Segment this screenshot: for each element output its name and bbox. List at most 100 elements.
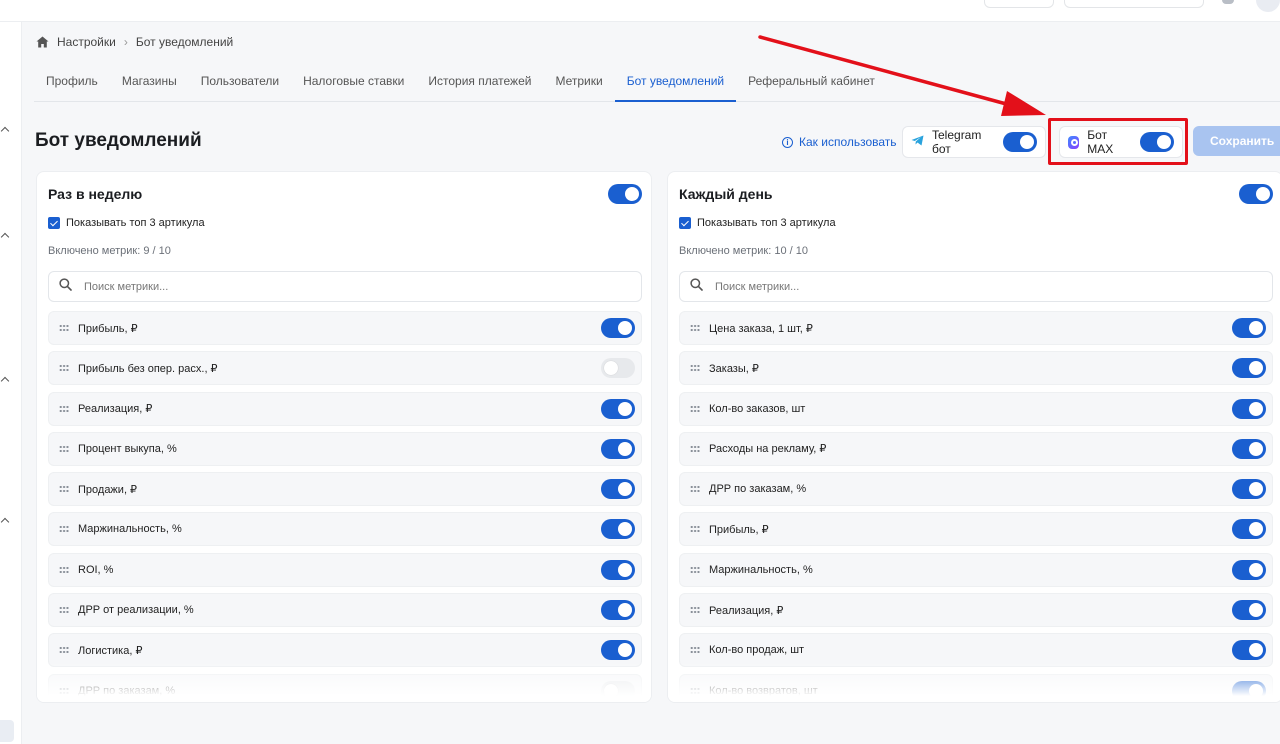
search-icon: [59, 277, 72, 296]
weekly-enabled-toggle[interactable]: [608, 184, 642, 204]
metric-toggle[interactable]: [1232, 438, 1266, 459]
sidebar-selected-item[interactable]: [0, 720, 14, 742]
tab-notification-bot[interactable]: Бот уведомлений: [614, 62, 737, 102]
chevron-icon[interactable]: [0, 517, 10, 527]
weekly-top3-label: Показывать топ 3 артикула: [66, 217, 205, 229]
tab-payment-history[interactable]: История платежей: [416, 62, 543, 102]
chevron-icon[interactable]: [0, 232, 10, 242]
drag-handle-icon[interactable]: [690, 646, 700, 655]
drag-handle-icon[interactable]: [59, 485, 69, 494]
metric-toggle[interactable]: [601, 398, 635, 419]
daily-title: Каждый день: [679, 186, 773, 202]
metric-toggle[interactable]: [1232, 318, 1266, 338]
avatar[interactable]: [1256, 0, 1280, 12]
drag-handle-icon[interactable]: [690, 686, 700, 695]
metric-toggle[interactable]: [601, 559, 635, 580]
drag-handle-icon[interactable]: [690, 404, 700, 413]
drag-handle-icon[interactable]: [690, 525, 700, 534]
metric-toggle[interactable]: [1232, 559, 1266, 580]
info-icon: i: [782, 136, 793, 148]
top-bar-button[interactable]: [984, 0, 1054, 8]
metric-toggle[interactable]: [601, 600, 635, 621]
daily-enabled-toggle[interactable]: [1239, 184, 1273, 204]
list-item: Реализация, ₽: [679, 593, 1273, 628]
tab-users[interactable]: Пользователи: [189, 62, 291, 102]
list-item: ДРР от реализации, %: [48, 593, 642, 628]
list-item: Цена заказа, 1 шт, ₽: [679, 311, 1273, 345]
home-icon[interactable]: [36, 36, 49, 48]
metric-toggle[interactable]: [1232, 600, 1266, 621]
telegram-icon: [911, 135, 924, 149]
weekly-title: Раз в неделю: [48, 186, 143, 202]
breadcrumb-settings-link[interactable]: Настройки: [57, 35, 116, 49]
breadcrumb: Настройки › Бот уведомлений: [36, 34, 233, 50]
drag-handle-icon[interactable]: [690, 444, 700, 453]
drag-handle-icon[interactable]: [59, 606, 69, 615]
drag-handle-icon[interactable]: [690, 565, 700, 574]
daily-metrics-count: Включено метрик: 10 / 10: [679, 245, 808, 257]
weekly-search-input[interactable]: [84, 280, 584, 293]
metric-toggle[interactable]: [601, 479, 635, 500]
weekly-metrics-list: Прибыль, ₽ Прибыль без опер. расх., ₽ Ре…: [48, 311, 642, 702]
tab-profile[interactable]: Профиль: [34, 62, 110, 102]
save-button[interactable]: Сохранить: [1193, 126, 1280, 156]
bell-icon[interactable]: [1222, 0, 1234, 4]
tab-metrics[interactable]: Метрики: [543, 62, 614, 102]
checkbox-checked-icon[interactable]: [48, 217, 60, 229]
list-item: Кол-во продаж, шт: [679, 633, 1273, 668]
drag-handle-icon[interactable]: [690, 606, 700, 615]
metric-toggle[interactable]: [601, 438, 635, 459]
list-item: Логистика, ₽: [48, 633, 642, 668]
daily-top3-option[interactable]: Показывать топ 3 артикула: [679, 217, 836, 229]
list-item: Прибыль, ₽: [48, 311, 642, 345]
daily-top3-label: Показывать топ 3 артикула: [697, 217, 836, 229]
metric-toggle[interactable]: [601, 358, 635, 379]
drag-handle-icon[interactable]: [59, 686, 69, 695]
weekly-top3-option[interactable]: Показывать топ 3 артикула: [48, 217, 205, 229]
drag-handle-icon[interactable]: [59, 565, 69, 574]
drag-handle-icon[interactable]: [59, 404, 69, 413]
metric-toggle[interactable]: [601, 640, 635, 661]
breadcrumb-current: Бот уведомлений: [135, 35, 234, 49]
tab-referral[interactable]: Реферальный кабинет: [736, 62, 887, 102]
metric-toggle[interactable]: [601, 519, 635, 540]
tab-tax-rates[interactable]: Налоговые ставки: [291, 62, 416, 102]
telegram-bot-switch: Telegram бот: [902, 126, 1046, 158]
metric-toggle[interactable]: [1232, 640, 1266, 661]
max-bot-label: Бот MAX: [1087, 128, 1114, 156]
metric-toggle[interactable]: [601, 680, 635, 701]
metric-toggle[interactable]: [1232, 398, 1266, 419]
drag-handle-icon[interactable]: [690, 485, 700, 494]
drag-handle-icon[interactable]: [59, 364, 69, 373]
drag-handle-icon[interactable]: [59, 525, 69, 534]
chevron-icon[interactable]: [0, 376, 10, 386]
drag-handle-icon[interactable]: [690, 324, 700, 332]
chevron-icon[interactable]: [0, 126, 10, 136]
daily-search-input[interactable]: [715, 280, 1215, 293]
list-item: Заказы, ₽: [679, 351, 1273, 386]
metric-toggle[interactable]: [601, 318, 635, 338]
tab-stores[interactable]: Магазины: [110, 62, 189, 102]
weekly-metrics-count: Включено метрик: 9 / 10: [48, 245, 171, 257]
top-bar-account-selector[interactable]: [1064, 0, 1204, 8]
metric-toggle[interactable]: [1232, 519, 1266, 540]
drag-handle-icon[interactable]: [59, 324, 69, 332]
list-item: ДРР по заказам, %: [679, 472, 1273, 507]
list-item: Маржинальность, %: [48, 512, 642, 547]
metric-toggle[interactable]: [1232, 680, 1266, 701]
metric-toggle[interactable]: [1232, 358, 1266, 379]
telegram-bot-toggle[interactable]: [1003, 132, 1037, 152]
daily-panel: Каждый день Показывать топ 3 артикула Вк…: [667, 171, 1280, 703]
how-to-use-link[interactable]: i Как использовать: [782, 134, 897, 150]
drag-handle-icon[interactable]: [59, 444, 69, 453]
list-item: Прибыль, ₽: [679, 512, 1273, 547]
checkbox-checked-icon[interactable]: [679, 217, 691, 229]
max-bot-toggle[interactable]: [1140, 132, 1174, 152]
settings-tabs: Профиль Магазины Пользователи Налоговые …: [34, 62, 1280, 102]
list-item: Кол-во возвратов, шт: [679, 673, 1273, 702]
metric-toggle[interactable]: [1232, 479, 1266, 500]
drag-handle-icon[interactable]: [59, 646, 69, 655]
list-item: Продажи, ₽: [48, 472, 642, 507]
drag-handle-icon[interactable]: [690, 364, 700, 373]
daily-search-box: [679, 271, 1273, 302]
